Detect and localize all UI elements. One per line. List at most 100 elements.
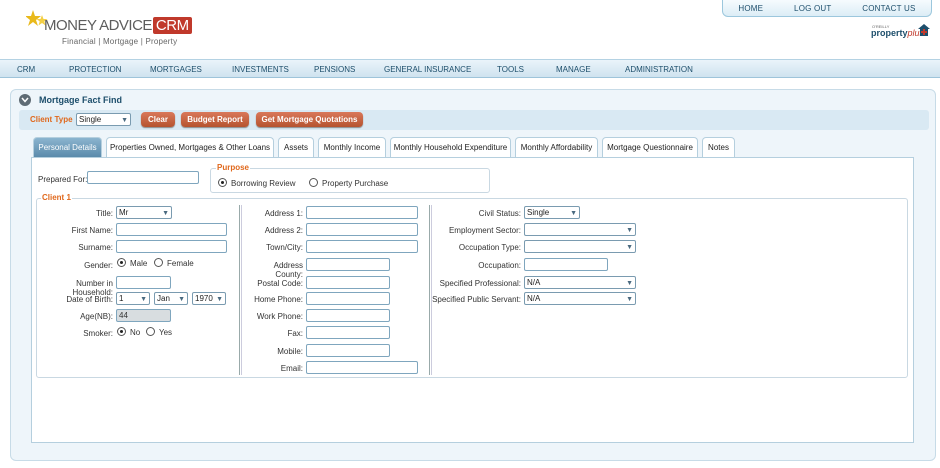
column-divider — [429, 205, 432, 375]
nav-protection[interactable]: PROTECTION — [69, 65, 121, 74]
get-mortgage-quotations-button[interactable]: Get Mortgage Quotations — [256, 112, 363, 127]
collapse-button[interactable] — [19, 94, 31, 106]
client-type-select[interactable]: Single ▼ — [76, 113, 131, 126]
tab-assets[interactable]: Assets — [278, 137, 314, 157]
age-label: Age(NB): — [80, 312, 113, 321]
work-phone-label: Work Phone: — [256, 312, 303, 321]
specified-public-servant-value: N/A — [527, 294, 541, 303]
purpose-property-purchase-radio[interactable] — [309, 178, 318, 187]
purpose-borrowing-review-label: Borrowing Review — [231, 179, 296, 188]
employment-sector-select[interactable]: ▼ — [524, 223, 636, 236]
nav-tools[interactable]: TOOLS — [497, 65, 524, 74]
specified-professional-select[interactable]: N/A ▼ — [524, 276, 636, 289]
dob-year-value: 1970 — [195, 294, 213, 303]
nav-investments[interactable]: INVESTMENTS — [232, 65, 289, 74]
title-select[interactable]: Mr ▼ — [116, 206, 172, 219]
chevron-down-icon: ▼ — [140, 296, 147, 303]
chevron-down-icon: ▼ — [216, 296, 223, 303]
purpose-legend: Purpose — [216, 163, 251, 172]
nav-crm[interactable]: CRM — [17, 65, 35, 74]
chevron-down-icon: ▼ — [626, 280, 633, 287]
smoker-no-radio[interactable] — [117, 327, 126, 336]
tab-monthly-household-expenditure[interactable]: Monthly Household Expenditure — [390, 137, 511, 157]
column-divider — [239, 205, 242, 375]
home-phone-label: Home Phone: — [254, 295, 303, 304]
occupation-type-label: Occupation Type: — [458, 243, 521, 252]
dob-year-select[interactable]: 1970 ▼ — [192, 292, 226, 305]
chevron-down-icon: ▼ — [626, 296, 633, 303]
nav-pensions[interactable]: PENSIONS — [314, 65, 355, 74]
work-phone-input[interactable] — [306, 309, 390, 322]
occupation-type-select[interactable]: ▼ — [524, 240, 636, 253]
purpose-property-purchase-label: Property Purchase — [322, 179, 389, 188]
gender-female-label: Female — [167, 259, 194, 268]
title-value: Mr — [119, 208, 129, 217]
contact-us-link[interactable]: CONTACT US — [862, 4, 915, 13]
chevron-down-icon: ▼ — [570, 210, 577, 217]
prepared-for-input[interactable] — [87, 171, 199, 184]
nav-mortgages[interactable]: MORTGAGES — [150, 65, 202, 74]
tab-properties-owned[interactable]: Properties Owned, Mortgages & Other Loan… — [106, 137, 274, 157]
home-phone-input[interactable] — [306, 292, 390, 305]
civil-status-select[interactable]: Single ▼ — [524, 206, 580, 219]
nav-administration[interactable]: ADMINISTRATION — [625, 65, 693, 74]
specified-professional-label: Specified Professional: — [439, 279, 521, 288]
logo-main: MONEY ADVICE — [44, 17, 152, 34]
tab-monthly-affordability[interactable]: Monthly Affordability — [515, 137, 598, 157]
mobile-input[interactable] — [306, 344, 390, 357]
tab-mortgage-questionnaire[interactable]: Mortgage Questionnaire — [602, 137, 698, 157]
nav-manage[interactable]: MANAGE — [556, 65, 591, 74]
budget-report-button[interactable]: Budget Report — [181, 112, 249, 127]
gender-female-radio[interactable] — [154, 258, 163, 267]
chevron-down-icon: ▼ — [626, 227, 633, 234]
partner-logo[interactable]: propertyplus — [871, 28, 924, 38]
fax-input[interactable] — [306, 326, 390, 339]
top-links: HOME LOG OUT CONTACT US — [722, 0, 932, 17]
dob-day-select[interactable]: 1 ▼ — [116, 292, 150, 305]
dob-month-select[interactable]: Jan ▼ — [154, 292, 188, 305]
tab-personal-details[interactable]: Personal Details — [33, 137, 102, 157]
address1-label: Address 1: — [264, 209, 303, 218]
specified-professional-value: N/A — [527, 278, 541, 287]
logout-link[interactable]: LOG OUT — [794, 4, 831, 13]
client-type-label: Client Type — [30, 115, 73, 124]
household-input[interactable] — [116, 276, 171, 289]
logo[interactable]: MONEY ADVICE CRM — [44, 17, 192, 34]
smoker-no-label: No — [130, 328, 141, 337]
chevron-down-icon: ▼ — [178, 296, 185, 303]
clear-button[interactable]: Clear — [141, 112, 175, 127]
address1-input[interactable] — [306, 206, 418, 219]
gender-male-radio[interactable] — [117, 258, 126, 267]
client-type-value: Single — [79, 115, 102, 124]
first-name-label: First Name: — [71, 226, 113, 235]
dob-month-value: Jan — [157, 294, 170, 303]
town-city-label: Town/City: — [266, 243, 303, 252]
home-link[interactable]: HOME — [738, 4, 763, 13]
specified-public-servant-select[interactable]: N/A ▼ — [524, 292, 636, 305]
smoker-label: Smoker: — [83, 329, 113, 338]
first-name-input[interactable] — [116, 223, 227, 236]
specified-public-servant-label: Specified Public Servant: — [432, 295, 521, 304]
logo-tagline: Financial | Mortgage | Property — [62, 37, 178, 46]
dob-day-value: 1 — [119, 294, 124, 303]
partner-main: property — [871, 28, 908, 38]
town-city-input[interactable] — [306, 240, 418, 253]
logo-crm: CRM — [152, 17, 192, 34]
client1-legend: Client 1 — [41, 193, 72, 202]
address2-input[interactable] — [306, 223, 418, 236]
partner-house-icon — [918, 24, 930, 36]
employment-sector-label: Employment Sector: — [448, 226, 521, 235]
occupation-input[interactable] — [524, 258, 608, 271]
smoker-yes-radio[interactable] — [146, 327, 155, 336]
nav-general-insurance[interactable]: GENERAL INSURANCE — [384, 65, 471, 74]
purpose-borrowing-review-radio[interactable] — [218, 178, 227, 187]
postal-code-input[interactable] — [306, 276, 390, 289]
tab-monthly-income[interactable]: Monthly Income — [318, 137, 386, 157]
email-input[interactable] — [306, 361, 418, 374]
tab-notes[interactable]: Notes — [702, 137, 735, 157]
address-county-input[interactable] — [306, 258, 390, 271]
gender-male-label: Male — [130, 259, 148, 268]
surname-label: Surname: — [78, 243, 113, 252]
surname-input[interactable] — [116, 240, 227, 253]
smoker-yes-label: Yes — [159, 328, 173, 337]
